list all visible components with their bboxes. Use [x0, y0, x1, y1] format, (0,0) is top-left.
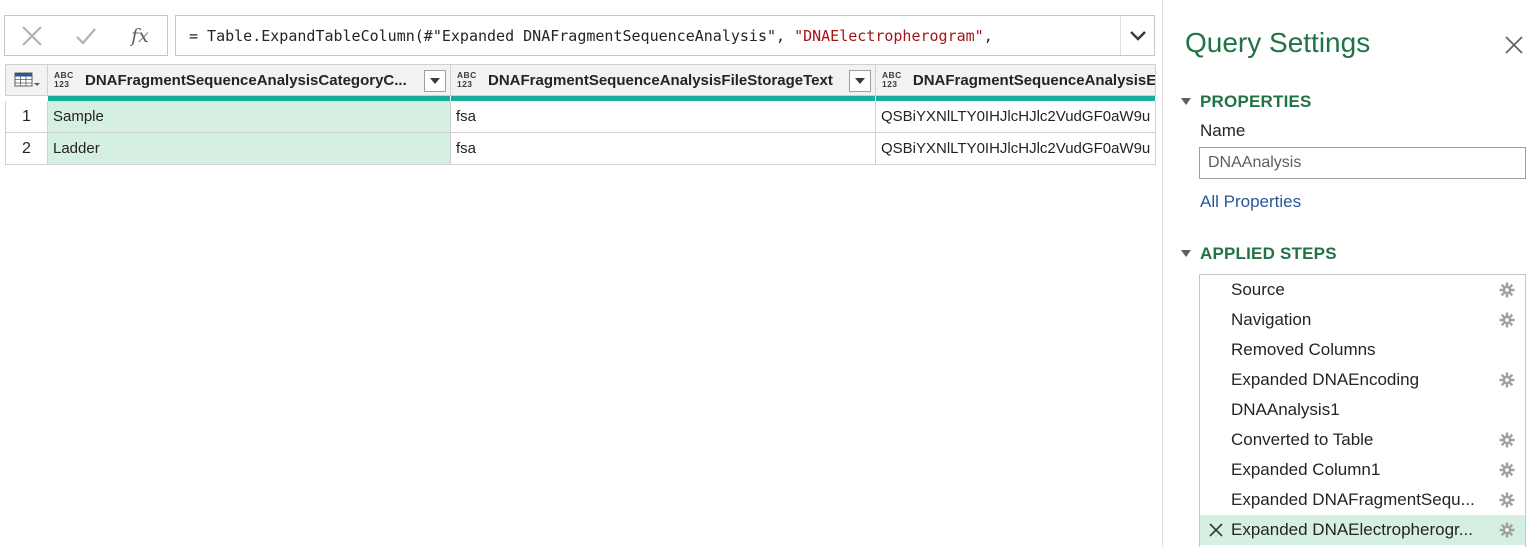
applied-steps-section-toggle[interactable]: APPLIED STEPS — [1181, 244, 1337, 264]
table-cell[interactable]: fsa — [451, 101, 876, 132]
gear-icon[interactable] — [1499, 312, 1515, 328]
collapse-triangle-icon — [1181, 249, 1191, 257]
close-query-settings-button[interactable] — [1504, 35, 1524, 55]
gear-icon[interactable] — [1499, 282, 1515, 298]
applied-step[interactable]: Navigation — [1200, 305, 1525, 335]
table-row[interactable]: 1 Sample fsa QSBiYXNlLTY0IHJlcHJlc2VudGF… — [5, 101, 1156, 133]
filter-dropdown-button[interactable] — [424, 70, 446, 92]
table-cell[interactable]: fsa — [451, 133, 876, 164]
close-icon — [1505, 36, 1523, 54]
formula-suffix: , — [983, 26, 993, 45]
applied-step[interactable]: Expanded DNAFragmentSequ... — [1200, 485, 1525, 515]
applied-step-label: Expanded DNAFragmentSequ... — [1231, 490, 1475, 509]
applied-step[interactable]: Removed Columns — [1200, 335, 1525, 365]
any-type-icon[interactable]: ABC 123 — [882, 71, 906, 89]
applied-step[interactable]: Expanded DNAElectropherogr... — [1200, 515, 1525, 545]
properties-heading: PROPERTIES — [1200, 92, 1312, 111]
properties-section-toggle[interactable]: PROPERTIES — [1181, 92, 1312, 112]
data-grid: ABC 123 DNAFragmentSequenceAnalysisCatego… — [5, 64, 1156, 165]
query-editor-main: fx = Table.ExpandTableColumn(#"Expanded … — [0, 0, 1162, 547]
any-type-icon[interactable]: ABC 123 — [54, 71, 78, 89]
applied-step-label: Navigation — [1231, 310, 1312, 329]
header-row: ABC 123 DNAFragmentSequenceAnalysisCatego… — [5, 64, 1156, 96]
caret-down-icon — [430, 78, 440, 84]
row-number[interactable]: 2 — [5, 133, 48, 164]
applied-steps-list: Source Navigation Removed Columns Expanded … — [1199, 274, 1526, 547]
applied-step[interactable]: Converted to Table — [1200, 425, 1525, 455]
table-cell[interactable]: Sample — [48, 101, 451, 132]
name-label: Name — [1200, 121, 1246, 140]
column-header-label: DNAFragmentSequenceAnalysisCategoryC... — [85, 71, 407, 89]
query-name-input[interactable] — [1199, 147, 1526, 179]
gear-icon[interactable] — [1499, 432, 1515, 448]
query-settings-title: Query Settings — [1185, 27, 1371, 58]
any-type-icon[interactable]: ABC 123 — [457, 71, 481, 89]
applied-step-label: Expanded Column1 — [1231, 460, 1381, 479]
fx-icon: fx — [131, 24, 149, 47]
chevron-down-icon — [1129, 30, 1146, 41]
applied-step-label: Expanded DNAElectropherogr... — [1231, 520, 1473, 539]
applied-step-label: Source — [1231, 280, 1285, 299]
gear-icon[interactable] — [1499, 492, 1515, 508]
applied-steps-heading: APPLIED STEPS — [1200, 244, 1337, 263]
gear-icon[interactable] — [1499, 372, 1515, 388]
applied-step-label: Removed Columns — [1231, 340, 1376, 359]
applied-step-label: Expanded DNAEncoding — [1231, 370, 1420, 389]
collapse-triangle-icon — [1181, 97, 1191, 105]
formula-string-arg: "DNAElectropherogram" — [794, 26, 984, 45]
formula-buttons: fx — [4, 15, 168, 56]
applied-step-label: DNAAnalysis1 — [1231, 400, 1340, 419]
insert-function-button[interactable]: fx — [113, 16, 167, 55]
applied-step-label: Converted to Table — [1231, 430, 1374, 449]
column-header-file-storage[interactable]: ABC 123 DNAFragmentSequenceAnalysisFileSt… — [451, 65, 876, 95]
checkmark-icon — [76, 27, 96, 45]
formula-prefix: = Table.ExpandTableColumn(#"Expanded DNA… — [189, 26, 795, 45]
query-settings-pane: Query Settings PROPERTIES Name All Prope… — [1162, 0, 1537, 547]
filter-dropdown-button[interactable] — [849, 70, 871, 92]
formula-text[interactable]: = Table.ExpandTableColumn(#"Expanded DNA… — [176, 27, 1120, 45]
row-number[interactable]: 1 — [5, 101, 48, 132]
close-icon — [22, 25, 42, 46]
column-header-category[interactable]: ABC 123 DNAFragmentSequenceAnalysisCatego… — [48, 65, 451, 95]
cancel-formula-button[interactable] — [5, 16, 59, 55]
all-properties-link[interactable]: All Properties — [1200, 192, 1301, 212]
formula-bar[interactable]: = Table.ExpandTableColumn(#"Expanded DNA… — [175, 15, 1155, 56]
applied-step[interactable]: DNAAnalysis1 — [1200, 395, 1525, 425]
table-icon — [14, 72, 40, 87]
applied-step[interactable]: Source — [1200, 275, 1525, 305]
expand-formula-button[interactable] — [1120, 16, 1154, 55]
column-header-label: DNAFragmentSequenceAnalysisE — [912, 71, 1155, 89]
column-header-label: DNAFragmentSequenceAnalysisFileStorageTe… — [488, 71, 833, 89]
column-header-analysis-e[interactable]: ABC 123 DNAFragmentSequenceAnalysisE — [876, 65, 1156, 95]
delete-step-icon[interactable] — [1200, 523, 1231, 537]
gear-icon[interactable] — [1499, 462, 1515, 478]
gear-icon[interactable] — [1499, 522, 1515, 538]
table-cell[interactable]: Ladder — [48, 133, 451, 164]
applied-step[interactable]: Expanded DNAEncoding — [1200, 365, 1525, 395]
commit-formula-button[interactable] — [59, 16, 113, 55]
table-menu-button[interactable] — [5, 65, 48, 95]
applied-step[interactable]: Expanded Column1 — [1200, 455, 1525, 485]
table-cell[interactable]: QSBiYXNlLTY0IHJlcHJlc2VudGF0aW9u — [876, 133, 1156, 164]
table-cell[interactable]: QSBiYXNlLTY0IHJlcHJlc2VudGF0aW9u — [876, 101, 1156, 132]
table-row[interactable]: 2 Ladder fsa QSBiYXNlLTY0IHJlcHJlc2VudGF… — [5, 133, 1156, 165]
caret-down-icon — [855, 78, 865, 84]
